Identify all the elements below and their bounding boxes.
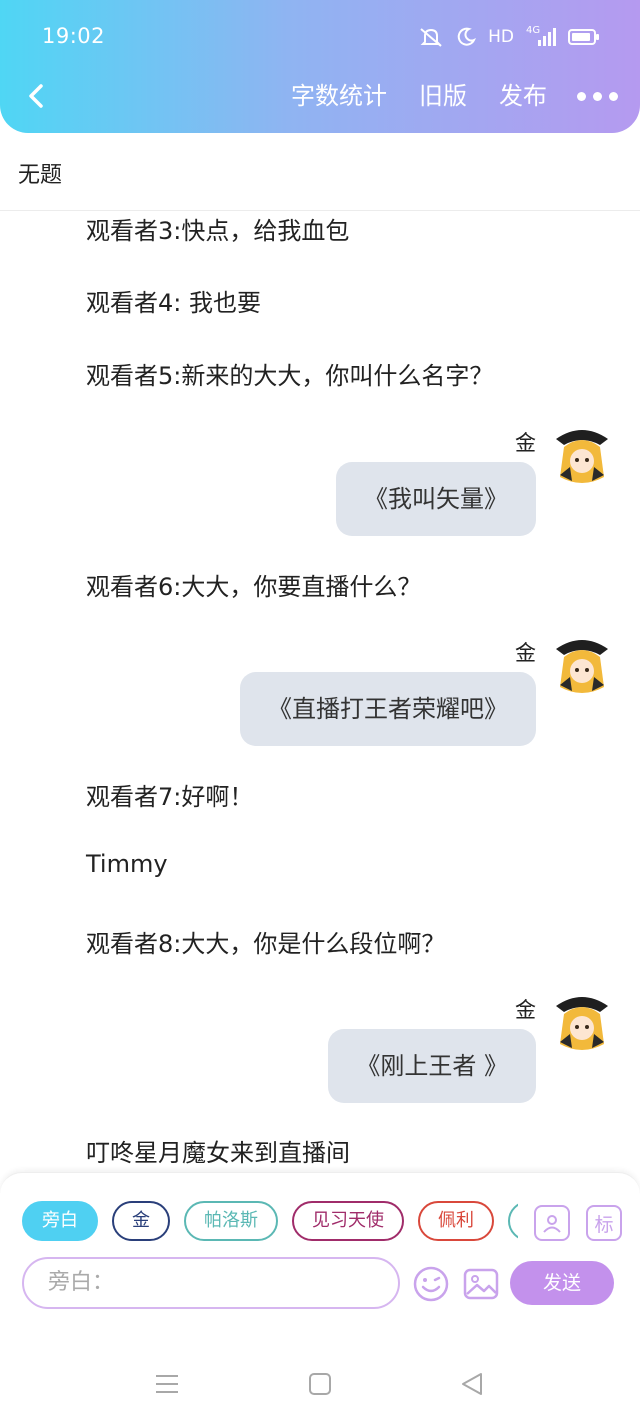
message-input[interactable]: 旁白：: [22, 1257, 400, 1309]
more-dot: [593, 91, 602, 101]
tag-button[interactable]: 标: [586, 1205, 622, 1241]
avatar[interactable]: [550, 425, 614, 489]
header: 19:02 HD 4G 字数统计 旧版 发布: [0, 0, 640, 133]
speaker-name: 金: [515, 431, 536, 455]
character-settings-button[interactable]: [534, 1205, 570, 1241]
avatar[interactable]: [550, 992, 614, 1056]
narration-line[interactable]: 观看者6:大大，你要直播什么？: [86, 567, 421, 602]
image-button[interactable]: [462, 1265, 500, 1303]
publish-button[interactable]: 发布: [499, 80, 547, 112]
character-avatar-icon: [550, 635, 614, 699]
role-chip[interactable]: 金: [112, 1201, 170, 1241]
menu-icon: [156, 1375, 178, 1393]
home-key[interactable]: [303, 1367, 337, 1401]
character-avatar-icon: [550, 992, 614, 1056]
role-chip-partial[interactable]: [508, 1201, 518, 1241]
more-dot: [609, 91, 618, 101]
system-nav-bar: [0, 1312, 640, 1422]
back-button[interactable]: [18, 78, 54, 114]
speaker-name: 金: [515, 998, 536, 1022]
chat-area[interactable]: 观看者3:快点，给我血包 观看者4: 我也要 观看者5:新来的大大，你叫什么名字…: [0, 211, 640, 1171]
emoji-button[interactable]: [412, 1265, 450, 1303]
home-square-icon: [309, 1373, 331, 1395]
role-chip[interactable]: 见习天使: [292, 1201, 404, 1241]
role-chip[interactable]: 帕洛斯: [184, 1201, 278, 1241]
network-label: HD: [488, 27, 514, 47]
chat-message[interactable]: 金 《刚上王者 》: [0, 988, 640, 1108]
status-bar: 19:02 HD 4G: [0, 0, 640, 78]
person-card-icon: [543, 1215, 561, 1233]
menu-key[interactable]: [150, 1367, 184, 1401]
narration-line[interactable]: 叮咚星月魔女来到直播间: [86, 1133, 350, 1168]
send-button[interactable]: 发送: [510, 1261, 614, 1305]
image-icon: [463, 1268, 499, 1300]
signal-icon: 4G: [526, 26, 556, 48]
chevron-left-icon: [29, 84, 43, 108]
input-panel: 旁白金帕洛斯 见习天使 佩利 标 旁白： 发送: [0, 1172, 640, 1312]
speaker-name: 金: [515, 641, 536, 665]
chat-message[interactable]: 金 《我叫矢量》: [0, 421, 640, 700]
message-bubble[interactable]: 《直播打王者荣耀吧》: [240, 672, 536, 746]
status-icons: HD 4G: [418, 26, 600, 48]
narration-line[interactable]: 观看者7:好啊！: [86, 777, 253, 812]
battery-icon: [568, 29, 599, 45]
role-chip-list: 旁白金帕洛斯 见习天使 佩利: [22, 1201, 518, 1243]
more-button[interactable]: [577, 80, 618, 112]
avatar[interactable]: [550, 635, 614, 699]
narration-line[interactable]: 观看者8:大大，你是什么段位啊？: [86, 924, 445, 959]
mute-icon: [420, 28, 442, 47]
message-bubble[interactable]: 《刚上王者 》: [328, 1029, 536, 1103]
narration-line[interactable]: 观看者3:快点，给我血包: [86, 211, 349, 246]
status-time: 19:02: [42, 24, 106, 48]
message-bubble[interactable]: 《我叫矢量》: [336, 462, 536, 536]
emoji-icon: [413, 1266, 449, 1302]
nav-bar: 字数统计 旧版 发布: [0, 70, 640, 122]
old-version-button[interactable]: 旧版: [419, 80, 467, 112]
app-screen: 19:02 HD 4G 字数统计 旧版 发布 无题 观看者3:快点，给我血包 观…: [0, 0, 640, 1422]
back-triangle-icon: [462, 1373, 482, 1395]
role-chip[interactable]: 佩利: [418, 1201, 494, 1241]
role-chip[interactable]: 旁白: [22, 1201, 98, 1241]
narration-line[interactable]: 观看者5:新来的大大，你叫什么名字？: [86, 356, 493, 391]
more-dot: [577, 91, 586, 101]
document-title[interactable]: 无题: [18, 157, 62, 189]
nav-actions: 字数统计 旧版 发布: [259, 80, 618, 112]
character-avatar-icon: [550, 425, 614, 489]
word-count-button[interactable]: 字数统计: [291, 80, 387, 112]
chat-message[interactable]: 金 《直播打王者荣耀吧》: [0, 631, 640, 751]
moon-icon: [457, 27, 477, 46]
narration-line[interactable]: 观看者4: 我也要: [86, 283, 261, 318]
narration-line[interactable]: Timmy: [86, 850, 168, 878]
back-key[interactable]: [455, 1367, 489, 1401]
